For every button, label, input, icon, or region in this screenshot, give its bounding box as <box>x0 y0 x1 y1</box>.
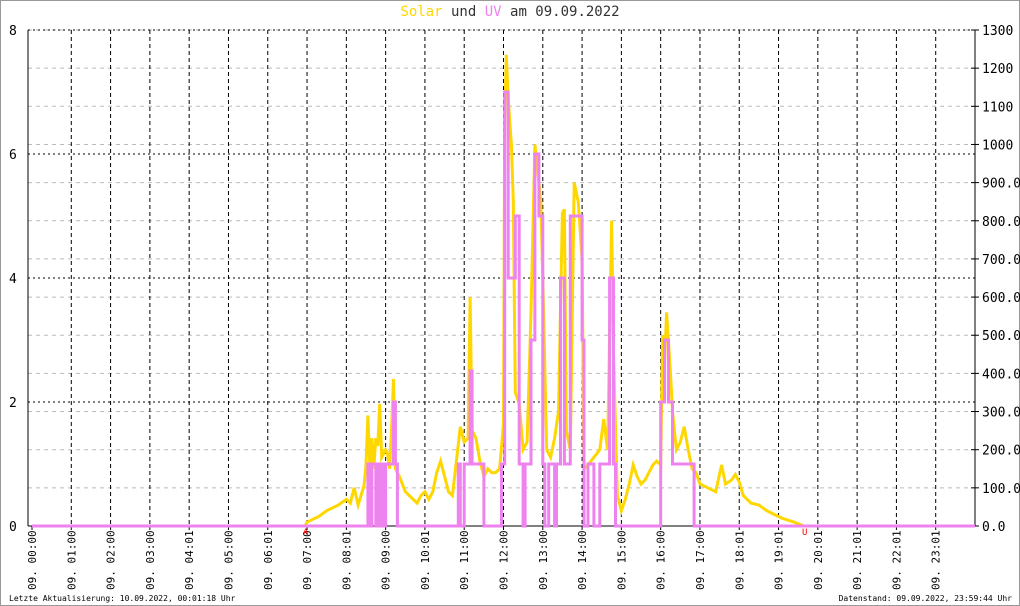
right-tick-label: 900.0 <box>982 177 1020 192</box>
chart: 0.0100.0200.0300.0400.0500.0600.0700.080… <box>9 24 1020 590</box>
x-tick-label: 09. 12:00 <box>498 530 511 590</box>
x-tick-label: 09. 21:01 <box>851 530 864 590</box>
x-tick-label: 09. 08:01 <box>340 530 353 590</box>
x-tick-label: 09. 13:00 <box>537 530 550 590</box>
x-tick-label: 09. 03:00 <box>144 530 157 590</box>
x-tick-label: 09. 09:00 <box>380 530 393 590</box>
x-tick-label: 09. 06:01 <box>262 530 275 590</box>
x-tick-label: 09. 22:01 <box>890 530 903 590</box>
x-tick-label: 09. 01:00 <box>65 530 78 590</box>
last-update: Letzte Aktualisierung: 10.09.2022, 00:01… <box>9 594 236 603</box>
left-tick-label: 8 <box>9 24 17 39</box>
series-uv <box>32 90 975 528</box>
right-tick-label: 800.0 <box>982 215 1020 230</box>
right-tick-label: 300.0 <box>982 406 1020 421</box>
left-tick-label: 6 <box>9 148 17 163</box>
x-tick-label: 09. 00:00 <box>26 530 39 590</box>
left-tick-label: 0 <box>9 520 17 535</box>
right-tick-label: 1200 <box>982 62 1013 77</box>
right-tick-label: 1100 <box>982 100 1013 115</box>
left-tick-label: 4 <box>9 272 17 287</box>
right-tick-label: 100.0 <box>982 482 1020 497</box>
right-tick-label: 500.0 <box>982 329 1020 344</box>
right-tick-label: 0.0 <box>982 520 1005 535</box>
x-tick-label: 09. 17:00 <box>694 530 707 590</box>
x-tick-label: 09. 02:00 <box>105 530 118 590</box>
right-tick-label: 1000 <box>982 138 1013 153</box>
left-tick-label: 2 <box>9 396 17 411</box>
x-tick-label: 09. 05:00 <box>222 530 235 590</box>
right-tick-label: 200.0 <box>982 444 1020 459</box>
x-tick-label: 09. 23:01 <box>930 530 943 590</box>
right-tick-label: 1300 <box>982 24 1013 39</box>
right-tick-label: 600.0 <box>982 291 1020 306</box>
x-tick-label: 09. 15:00 <box>615 530 628 590</box>
right-tick-label: 700.0 <box>982 253 1020 268</box>
data-status: Datenstand: 09.09.2022, 23:59:44 Uhr <box>838 594 1012 603</box>
x-tick-label: 09. 10:01 <box>419 530 432 590</box>
x-tick-label: 09. 19:01 <box>773 530 786 590</box>
marker-u: U <box>802 528 807 538</box>
marker-a: A <box>303 528 309 538</box>
x-tick-label: 09. 14:00 <box>576 530 589 590</box>
right-tick-label: 400.0 <box>982 367 1020 382</box>
x-tick-label: 09. 18:01 <box>733 530 746 590</box>
x-tick-label: 09. 11:00 <box>458 530 471 590</box>
x-tick-label: 09. 07:00 <box>301 530 314 590</box>
x-tick-label: 09. 04:01 <box>183 530 196 590</box>
x-tick-label: 09. 16:00 <box>655 530 668 590</box>
x-tick-label: 09. 20:01 <box>812 530 825 590</box>
